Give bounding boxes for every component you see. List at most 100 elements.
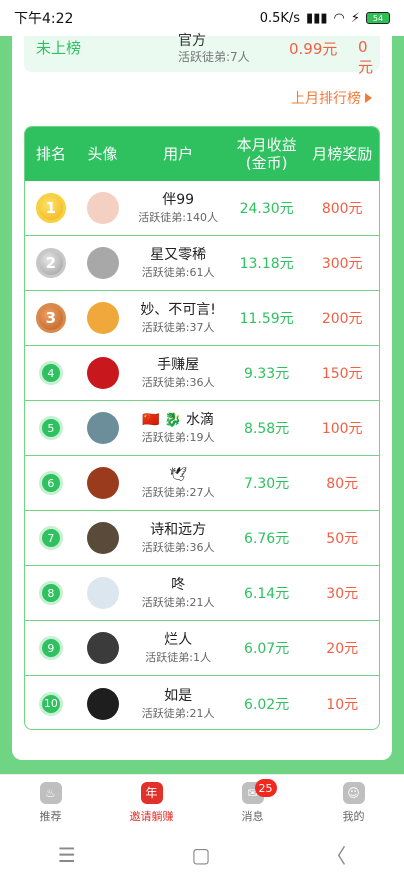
reward-value: 10元: [326, 696, 359, 713]
user-name: 星又零稀: [150, 247, 207, 263]
avatar[interactable]: [86, 412, 119, 444]
avatar[interactable]: [86, 192, 119, 224]
user-cell: 伴99 活跃徒弟:140人: [128, 190, 227, 226]
tab-invite-label: 邀请躺赚: [129, 809, 174, 823]
table-row[interactable]: 1 伴99 活跃徒弟:140人 24.30元 800元: [25, 181, 379, 236]
table-row[interactable]: 5 🇨🇳 🐉 水滴 活跃徒弟:19人 8.58元 100元: [25, 401, 379, 456]
reward-value: 50元: [326, 531, 359, 547]
table-row[interactable]: 6 🕊 活跃徒弟:27人 7.30元 80元: [25, 456, 379, 511]
rank-cell: 8: [25, 581, 77, 605]
user-name: 🕊: [169, 467, 188, 483]
table-row[interactable]: 9 烂人活跃徒弟:1人 6.07元 20元: [25, 621, 379, 676]
user-cell: 🕊 活跃徒弟:27人: [128, 465, 227, 501]
rank-badge: 10: [38, 691, 63, 716]
avatar[interactable]: [86, 577, 119, 609]
my-rank-status: 未上榜: [36, 39, 82, 57]
rank-cell: 3: [25, 303, 77, 333]
income-value: 8.58元: [244, 421, 290, 437]
table-row[interactable]: 10 如是 活跃徒弟:21人 6.02元 10元: [25, 676, 379, 729]
rank-badge: 5: [38, 416, 63, 440]
rank-badge: 8: [38, 581, 63, 605]
avatar[interactable]: [86, 357, 119, 389]
avatar-cell: [77, 302, 129, 334]
reward-value: 20元: [326, 641, 359, 657]
user-name: 🇨🇳 🐉 水滴: [142, 412, 214, 428]
avatar[interactable]: [86, 687, 119, 720]
rank-cell: 4: [25, 361, 77, 385]
user-apprentices: 活跃徒弟:21人: [141, 596, 215, 609]
table-row[interactable]: 4 手赚屋 活跃徒弟:36人 9.33元 150元: [25, 346, 379, 401]
income-value: 7.30元: [244, 476, 290, 492]
avatar[interactable]: [86, 522, 119, 554]
avatar[interactable]: [86, 632, 119, 664]
bottom-tab-bar: ♨ 推荐 年 邀请躺赚 ✉ 25 消息 ☺ 我的: [0, 774, 404, 830]
avatar-cell: [77, 412, 129, 444]
user-cell: 咚活跃徒弟:21人: [128, 575, 227, 611]
my-reward: 0元: [358, 38, 374, 76]
rank-cell: 6: [25, 471, 77, 495]
invite-icon: 年: [140, 781, 163, 804]
tab-mine-label: 我的: [342, 809, 365, 823]
income-value: 6.07元: [244, 641, 290, 657]
message-count-badge: 25: [254, 779, 277, 797]
tab-mine[interactable]: ☺ 我的: [303, 775, 404, 830]
rank-cell: 2: [25, 248, 77, 278]
user-name: 伴99: [162, 192, 195, 208]
user-name: 烂人: [164, 632, 193, 648]
leaderboard-card: 未上榜 官方 活跃徒弟:7人 0.99元 0元 上月排行榜 排名 头像 用户 本…: [12, 33, 392, 760]
medal-icon: 3: [35, 303, 66, 333]
last-month-ranking-link[interactable]: 上月排行榜: [291, 88, 372, 108]
user-apprentices: 活跃徒弟:1人: [145, 651, 211, 664]
reward-value: 30元: [326, 586, 359, 602]
tab-recommend-label: 推荐: [39, 809, 62, 823]
home-icon[interactable]: ▢: [192, 843, 211, 867]
tab-messages-label: 消息: [241, 809, 264, 823]
avatar[interactable]: [86, 467, 119, 499]
table-body: 1 伴99 活跃徒弟:140人 24.30元 800元 2 星又零稀 活跃徒弟:61人 13.1…: [25, 181, 379, 729]
system-nav-bar: ☰ ▢ 〈: [0, 830, 404, 879]
avatar-cell: [77, 192, 129, 224]
table-row[interactable]: 8 咚活跃徒弟:21人 6.14元 30元: [25, 566, 379, 621]
tab-invite[interactable]: 年 邀请躺赚: [101, 775, 202, 830]
fire-icon: ♨: [39, 781, 62, 804]
table-row[interactable]: 3 妙、不可言! 活跃徒弟:37人 11.59元 200元: [25, 291, 379, 346]
header-income: 本月收益 (金币): [236, 136, 297, 172]
user-name: 手赚屋: [157, 357, 200, 373]
rank-cell: 9: [25, 636, 77, 660]
reward-value: 200元: [321, 311, 363, 327]
avatar-cell: [77, 687, 129, 720]
back-icon[interactable]: 〈: [326, 840, 346, 869]
user-cell: 如是 活跃徒弟:21人: [128, 686, 227, 722]
rank-cell: 10: [25, 691, 77, 716]
tab-recommend[interactable]: ♨ 推荐: [0, 775, 101, 830]
avatar[interactable]: [86, 247, 119, 279]
tab-messages[interactable]: ✉ 25 消息: [202, 775, 303, 830]
avatar-cell: [77, 467, 129, 499]
income-value: 11.59元: [239, 311, 294, 327]
user-name: 咚: [171, 577, 186, 593]
user-apprentices: 活跃徒弟:19人: [141, 431, 215, 444]
income-value: 24.30元: [239, 201, 294, 217]
header-rank: 排名: [35, 145, 66, 163]
avatar-cell: [77, 632, 129, 664]
my-name: 官方: [178, 33, 206, 49]
reward-value: 300元: [321, 256, 363, 272]
table-row[interactable]: 7 诗和远方 活跃徒弟:36人 6.76元 50元: [25, 511, 379, 566]
user-apprentices: 活跃徒弟:140人: [138, 211, 218, 224]
triangle-right-icon: [365, 93, 372, 103]
avatar-cell: [77, 247, 129, 279]
user-apprentices: 活跃徒弟:61人: [141, 266, 215, 279]
table-row[interactable]: 2 星又零稀活跃徒弟:61人 13.18元 300元: [25, 236, 379, 291]
avatar[interactable]: [86, 302, 119, 334]
menu-icon[interactable]: ☰: [58, 843, 76, 867]
medal-icon: 1: [35, 193, 66, 223]
user-name: 如是: [164, 687, 193, 704]
user-cell: 星又零稀活跃徒弟:61人: [128, 245, 227, 281]
reward-value: 100元: [321, 421, 363, 437]
income-value: 13.18元: [239, 256, 294, 272]
user-apprentices: 活跃徒弟:36人: [141, 376, 215, 389]
user-cell: 妙、不可言! 活跃徒弟:37人: [128, 300, 227, 336]
income-value: 6.14元: [244, 586, 290, 602]
my-apprentices: 活跃徒弟:7人: [178, 50, 250, 64]
rank-cell: 1: [25, 193, 77, 223]
